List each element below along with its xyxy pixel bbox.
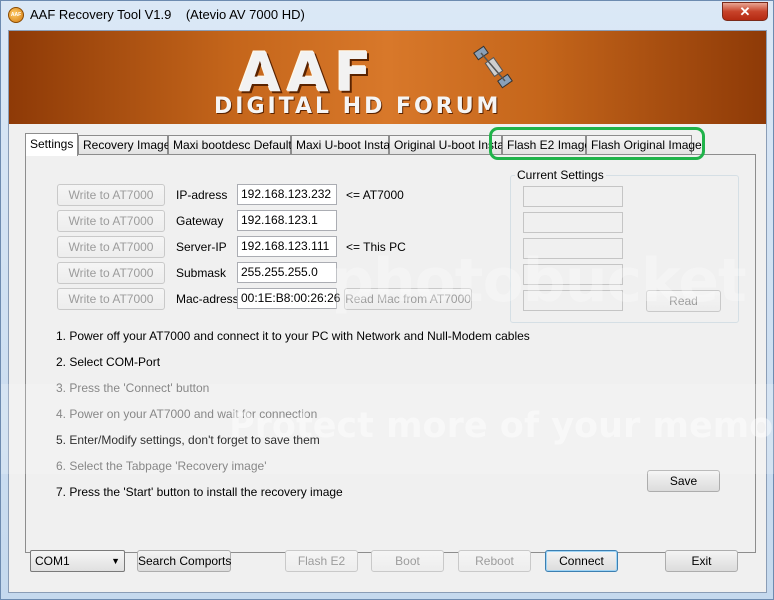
- com-port-select[interactable]: COM1 ▼: [30, 550, 125, 572]
- tab-flash-original-image[interactable]: Flash Original Image: [586, 135, 702, 155]
- exit-button[interactable]: Exit: [665, 550, 738, 572]
- submask-label: Submask: [176, 266, 227, 280]
- write-gateway-button[interactable]: Write to AT7000: [57, 210, 165, 232]
- step-4: 4. Power on your AT7000 and wait for con…: [56, 407, 318, 421]
- gateway-label: Gateway: [176, 214, 224, 228]
- boot-button[interactable]: Boot: [371, 550, 444, 572]
- title-bar[interactable]: AAF AAF Recovery Tool V1.9 (Atevio AV 70…: [1, 1, 773, 29]
- client-area: AAF DIGITAL HD FORUM Settings Recovery I…: [8, 30, 767, 593]
- current-mac-field: [523, 290, 623, 311]
- current-submask-field: [523, 264, 623, 285]
- save-button[interactable]: Save: [647, 470, 720, 492]
- current-server-ip-field: [523, 238, 623, 259]
- gateway-field[interactable]: 192.168.123.1: [237, 210, 337, 231]
- search-comports-button[interactable]: Search Comports: [137, 550, 231, 572]
- step-7: 7. Press the 'Start' button to install t…: [56, 485, 343, 499]
- tab-flash-e2-image[interactable]: Flash E2 Image: [502, 135, 591, 155]
- tab-original-uboot-install[interactable]: Original U-boot Install: [389, 135, 509, 155]
- tab-maxi-bootdesc-defaults[interactable]: Maxi bootdesc Defaults: [168, 135, 298, 155]
- server-ip-field[interactable]: 192.168.123.111: [237, 236, 337, 257]
- settings-panel: Write to AT7000 Write to AT7000 Write to…: [25, 154, 756, 553]
- step-2: 2. Select COM-Port: [56, 355, 161, 369]
- step-5: 5. Enter/Modify settings, don't forget t…: [56, 433, 320, 447]
- mac-address-field[interactable]: 00:1E:B8:00:26:26: [237, 288, 340, 309]
- ip-address-field[interactable]: 192.168.123.232: [237, 184, 337, 205]
- write-server-ip-button[interactable]: Write to AT7000: [57, 236, 165, 258]
- banner-subtitle: DIGITAL HD FORUM: [214, 94, 502, 119]
- app-window: AAF AAF Recovery Tool V1.9 (Atevio AV 70…: [0, 0, 774, 600]
- window-title: AAF Recovery Tool V1.9 (Atevio AV 7000 H…: [30, 7, 305, 22]
- banner: AAF DIGITAL HD FORUM: [9, 31, 766, 124]
- app-logo-icon: AAF: [8, 7, 24, 23]
- ip-note: <= AT7000: [346, 188, 404, 202]
- server-ip-label: Server-IP: [176, 240, 227, 254]
- step-6: 6. Select the Tabpage 'Recovery image': [56, 459, 267, 473]
- read-mac-button[interactable]: Read Mac from AT7000: [344, 288, 472, 310]
- current-settings-title: Current Settings: [515, 168, 606, 182]
- flash-e2-button[interactable]: Flash E2: [285, 550, 358, 572]
- step-1: 1. Power off your AT7000 and connect it …: [56, 329, 530, 343]
- satellite-icon: [473, 45, 513, 89]
- submask-field[interactable]: 255.255.255.0: [237, 262, 337, 283]
- write-ip-button[interactable]: Write to AT7000: [57, 184, 165, 206]
- write-submask-button[interactable]: Write to AT7000: [57, 262, 165, 284]
- tab-recovery-image[interactable]: Recovery Image: [78, 135, 170, 155]
- chevron-down-icon: ▼: [111, 556, 120, 566]
- connect-button[interactable]: Connect: [545, 550, 618, 572]
- server-ip-note: <= This PC: [346, 240, 406, 254]
- write-mac-button[interactable]: Write to AT7000: [57, 288, 165, 310]
- ip-address-label: IP-adress: [176, 188, 228, 202]
- reboot-button[interactable]: Reboot: [458, 550, 531, 572]
- com-port-value: COM1: [35, 554, 70, 568]
- current-gateway-field: [523, 212, 623, 233]
- current-ip-field: [523, 186, 623, 207]
- mac-address-label: Mac-adress: [176, 292, 239, 306]
- close-button[interactable]: ✕: [722, 2, 768, 21]
- tab-settings[interactable]: Settings: [25, 133, 78, 156]
- read-button[interactable]: Read: [646, 290, 721, 312]
- step-3: 3. Press the 'Connect' button: [56, 381, 210, 395]
- current-settings-group: Current Settings Read: [510, 168, 739, 323]
- tab-maxi-uboot-install[interactable]: Maxi U-boot Install: [291, 135, 395, 155]
